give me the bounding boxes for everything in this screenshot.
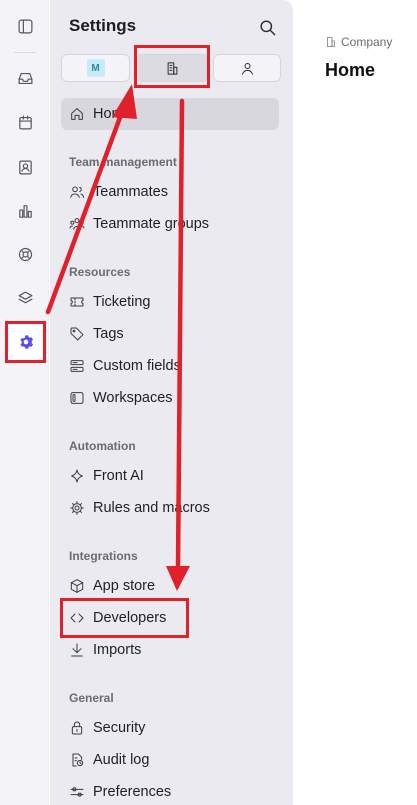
cog-icon <box>69 500 85 516</box>
sidebar-item-label: Preferences <box>93 784 172 800</box>
user-icon <box>241 62 253 75</box>
inbox-icon[interactable] <box>12 65 38 91</box>
breadcrumb[interactable]: Company <box>325 35 392 49</box>
sidebar-item-teammates[interactable]: Teammates <box>61 176 279 208</box>
app-rail <box>0 0 49 805</box>
settings-panel: Settings M Home Team management Teammate… <box>50 0 293 805</box>
sidebar-item-preferences[interactable]: Preferences <box>61 776 279 805</box>
sidebar-item-ticketing[interactable]: Ticketing <box>61 286 279 318</box>
breadcrumb-label: Company <box>341 35 393 49</box>
search-icon[interactable] <box>256 16 278 38</box>
settings-button[interactable] <box>5 321 46 363</box>
sidebar-item-label: Ticketing <box>93 294 151 310</box>
sidebar-item-label: Custom fields <box>93 358 181 374</box>
help-icon[interactable] <box>12 241 38 267</box>
users-icon <box>69 184 85 200</box>
sidebar-item-label: Imports <box>93 642 142 658</box>
sidebar-item-label: Teammate groups <box>93 216 210 232</box>
calendar-icon[interactable] <box>12 109 38 135</box>
lock-icon <box>69 720 85 736</box>
settings-title: Settings <box>69 16 137 35</box>
layers-icon[interactable] <box>12 285 38 311</box>
rail-divider <box>14 52 36 53</box>
sidebar-item-label: App store <box>93 578 156 594</box>
sidebar-item-workspaces[interactable]: Workspaces <box>61 382 279 414</box>
box-icon <box>69 578 85 594</box>
company-tab-highlight <box>134 45 210 88</box>
custom-fields-icon <box>69 358 85 374</box>
sidebar-item-imports[interactable]: Imports <box>61 634 279 666</box>
section-title-integrations: Integrations <box>69 549 138 563</box>
sidebar-item-label: Security <box>93 720 146 736</box>
download-icon <box>69 642 85 658</box>
section-title-automation: Automation <box>69 439 136 453</box>
sidebar-item-label: Home <box>93 106 132 122</box>
sidebar-item-security[interactable]: Security <box>61 712 279 744</box>
sliders-icon <box>69 784 85 800</box>
audit-log-icon <box>69 752 85 768</box>
sidebar-item-label: Workspaces <box>93 390 173 406</box>
home-icon <box>69 106 85 122</box>
tab-workspace[interactable]: M <box>61 54 130 82</box>
sidebar-item-label: Front AI <box>93 468 144 484</box>
tag-icon <box>69 326 85 342</box>
sidebar-item-teammate-groups[interactable]: Teammate groups <box>61 208 279 240</box>
sidebar-item-label: Audit log <box>93 752 150 768</box>
workspace-badge: M <box>86 59 105 77</box>
gear-icon <box>19 335 33 349</box>
user-group-icon <box>69 216 85 232</box>
sidebar-item-custom-fields[interactable]: Custom fields <box>61 350 279 382</box>
sparkle-icon <box>69 468 85 484</box>
developers-highlight <box>60 598 189 638</box>
sidebar-item-home[interactable]: Home <box>61 98 279 130</box>
sidebar-item-front-ai[interactable]: Front AI <box>61 460 279 492</box>
section-title-resources: Resources <box>69 265 131 279</box>
tab-personal[interactable] <box>213 54 281 82</box>
sidebar-item-audit-log[interactable]: Audit log <box>61 744 279 776</box>
sidebar-item-label: Teammates <box>93 184 168 200</box>
section-title-team: Team management <box>69 155 177 169</box>
sidebar-item-rules-and-macros[interactable]: Rules and macros <box>61 492 279 524</box>
ticket-icon <box>69 294 85 310</box>
workspace-icon <box>69 390 85 406</box>
contacts-icon[interactable] <box>12 154 38 180</box>
sidebar-item-tags[interactable]: Tags <box>61 318 279 350</box>
sidebar-toggle-icon[interactable] <box>12 13 38 39</box>
section-title-general: General <box>69 691 114 705</box>
sidebar-item-label: Rules and macros <box>93 500 210 516</box>
building-icon <box>327 37 335 47</box>
sidebar-item-label: Tags <box>93 326 124 342</box>
analytics-icon[interactable] <box>12 198 38 224</box>
page-title: Home <box>325 60 376 80</box>
